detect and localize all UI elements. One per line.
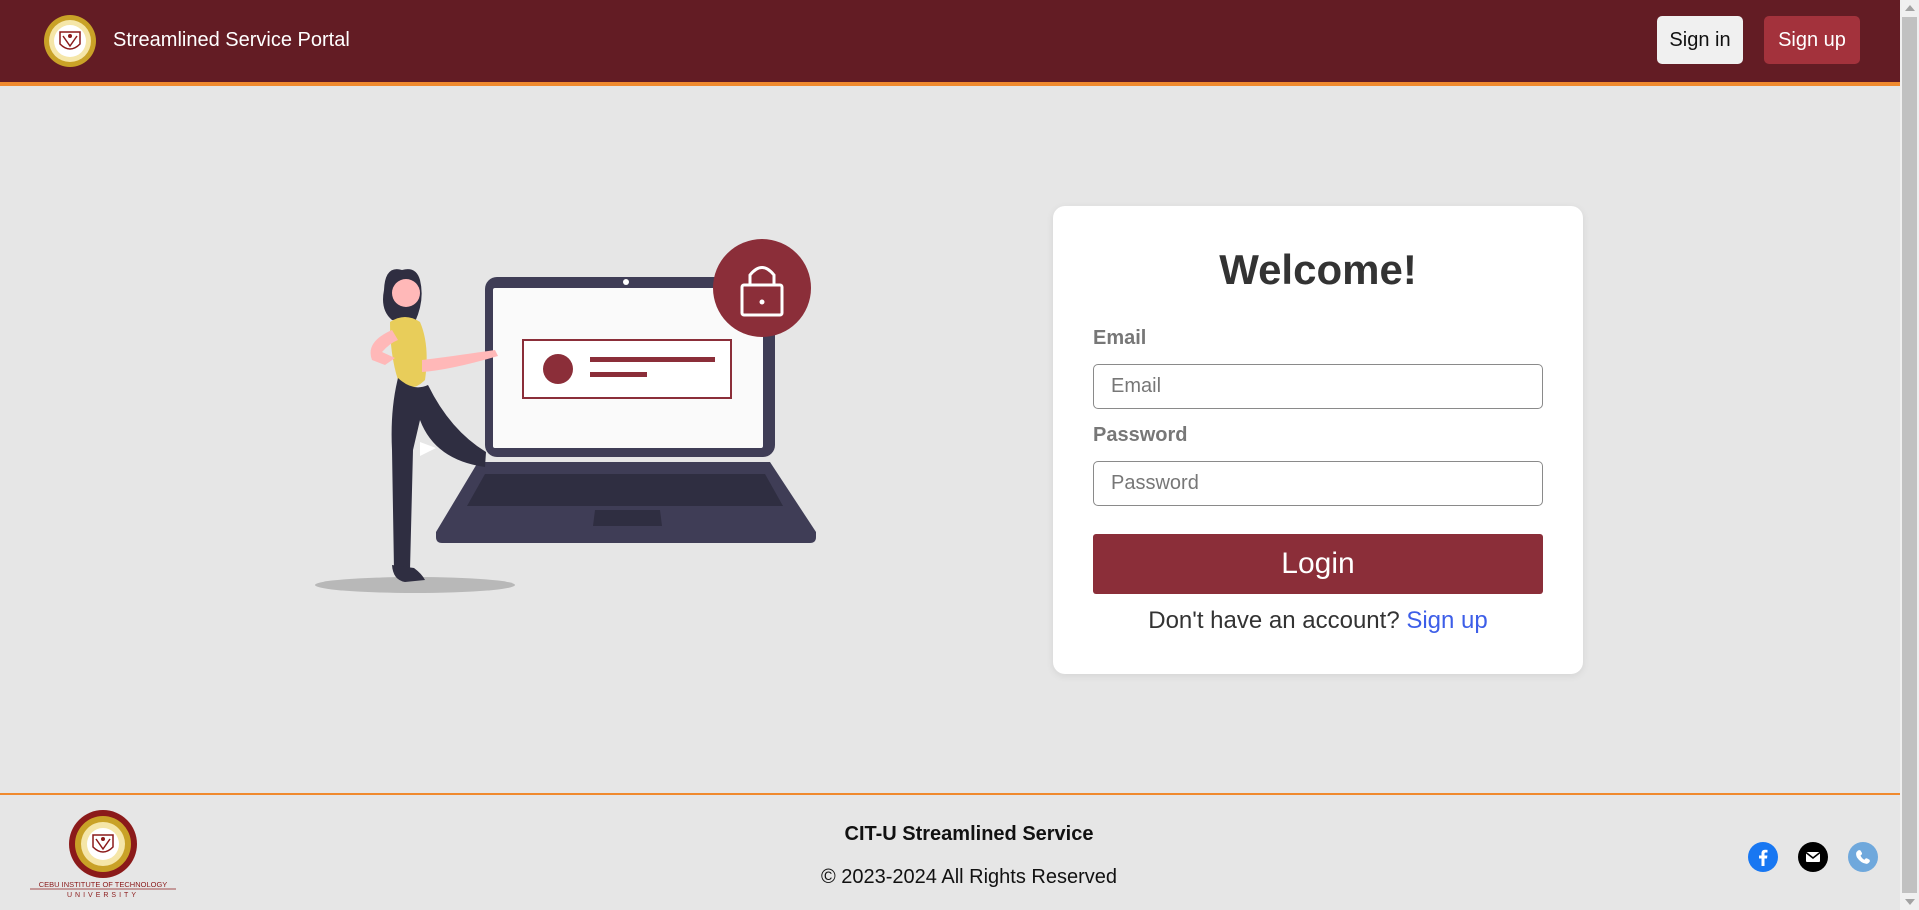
page-footer: CEBU INSTITUTE OF TECHNOLOGY UNIVERSITY … xyxy=(0,793,1900,910)
login-illustration xyxy=(310,230,830,600)
email-input[interactable] xyxy=(1093,364,1543,409)
login-button[interactable]: Login xyxy=(1093,534,1543,594)
welcome-heading: Welcome! xyxy=(1219,246,1417,293)
facebook-icon[interactable] xyxy=(1748,842,1778,872)
vertical-scrollbar[interactable] xyxy=(1900,0,1919,910)
top-navbar: Streamlined Service Portal Sign in Sign … xyxy=(0,0,1900,86)
footer-copyright: © 2023-2024 All Rights Reserved xyxy=(820,866,1117,888)
scroll-down-arrow-icon[interactable] xyxy=(1905,899,1915,905)
sign-up-link[interactable]: Sign up xyxy=(1406,607,1487,634)
portal-brand-title[interactable]: Streamlined Service Portal xyxy=(113,29,350,52)
email-label: Email xyxy=(1093,327,1147,349)
footer-title: CIT-U Streamlined Service xyxy=(844,823,1094,845)
university-seal-logo[interactable] xyxy=(43,14,97,68)
email-icon[interactable] xyxy=(1798,842,1828,872)
no-account-text: Don't have an account? xyxy=(1148,607,1400,634)
logo-caption-bottom: UNIVERSITY xyxy=(67,892,139,899)
sign-up-button[interactable]: Sign up xyxy=(1764,16,1860,64)
signup-prompt: Don't have an account? Sign up xyxy=(1053,607,1583,635)
page: Streamlined Service Portal Sign in Sign … xyxy=(0,0,1900,910)
login-card: Welcome! Email Password Login Don't have… xyxy=(1053,206,1583,674)
scrollbar-thumb[interactable] xyxy=(1902,17,1917,893)
sign-in-button[interactable]: Sign in xyxy=(1657,16,1743,64)
scroll-up-arrow-icon[interactable] xyxy=(1905,5,1915,11)
password-label: Password xyxy=(1093,424,1188,446)
password-input[interactable] xyxy=(1093,461,1543,506)
phone-icon[interactable] xyxy=(1848,842,1878,872)
